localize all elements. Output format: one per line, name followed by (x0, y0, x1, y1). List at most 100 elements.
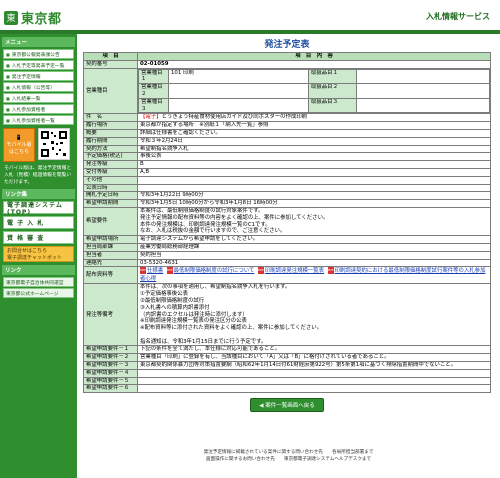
handled-item-label: 取扱品目１ (308, 69, 357, 85)
table-row: 受付等級 A,B (83, 167, 491, 177)
sidebar-item-koho[interactable]: ■ 東京都公報発表課公告 (3, 49, 74, 59)
table-row: その他 (83, 175, 491, 185)
table-row: 希望申請要件－３ 東京都契約関係暴力団等対策措置要綱（昭和62年1月14日付61… (83, 361, 491, 370)
row-label: 概要 (83, 128, 138, 138)
accepted-grade: A,B (137, 167, 491, 177)
row-label: その他 (83, 175, 138, 185)
handled-item-label: 取扱品目３ (308, 97, 357, 113)
documents-cell: PDF仕様書 PDF最低制限価格制度の試行について PDF印刷調達発注規模一覧表… (137, 266, 491, 285)
row-label: 希望申請要件－３ (83, 361, 138, 370)
sidebar-item-label: 発注予定情報 (11, 74, 41, 80)
doc-link-scale-list[interactable]: 印刷調達発注規模一覧表 (265, 268, 324, 274)
table-row: 担当者 契約担当 (83, 250, 491, 260)
electronic-tag: 【電子】 (140, 114, 162, 121)
sidebar-related-heading: リンク (2, 265, 75, 275)
handled-item-value (356, 83, 490, 99)
mobile-note: モバイル版は、発注予定情報と入札（見積）経過情報を閲覧いただけます。 (4, 166, 72, 185)
table-row: 発注等級 B (83, 160, 491, 169)
table-row: 希望申請要件－１ 下記の条件を全て満たし、本仕様に対応可能であること。 (83, 345, 491, 355)
business-type-label: 営業種目１ (138, 69, 169, 85)
sidebar-item-label: 入札結果一覧 (11, 96, 41, 102)
sidebar-item-qualified[interactable]: ■ 入札参加資格者 (3, 104, 74, 114)
business-type-table: 営業種目１ 101 印刷 取扱品目１ 営業種目２ 取扱品目２ 営業種目３ 取扱品… (138, 69, 490, 113)
requirement-line: 本案件は、最低制限価格制度の試行対象案件です。 (140, 207, 264, 214)
mobile-sub-label: はこちら (8, 149, 29, 155)
sidebar-item-bid-info[interactable]: ■ 入札情報（公告等） (3, 82, 74, 92)
row-label: 発注等級 (83, 160, 138, 169)
page-header: 東 東京都 入札情報サービス (0, 0, 500, 30)
business-type-row: 営業種目３ 取扱品目３ (138, 97, 490, 113)
pdf-icon: PDF (257, 267, 264, 275)
row-label: 受付等級 (83, 167, 138, 177)
row-label: 発注等備考 (83, 283, 138, 347)
row-label: 営業種目 (83, 67, 138, 115)
sidebar-item-label: 入札参加資格者 (11, 107, 46, 113)
link-joint-operation[interactable]: 東京都電子自治体共同運営 (3, 277, 74, 287)
row-label: 開札予定日時 (83, 191, 138, 201)
pdf-icon: PDF (140, 267, 146, 275)
business-type-value: 101 印刷 (168, 69, 309, 85)
requirement-3: 東京都契約関係暴力団等対策措置要綱（昭和62年1月14日付61財経庶第922号）… (137, 361, 491, 370)
row-label: 希望申請要件－４ (83, 368, 138, 378)
sidebar-item-label: 入札参加資格者一覧 (11, 118, 55, 124)
application-period: 令和3年1月5日 10時00分から令和3年1月8日 16時00分 (137, 199, 491, 208)
tokyo-emblem-icon: 東 (4, 10, 18, 25)
bullet-icon: ■ (6, 106, 10, 112)
requirement-6 (137, 384, 491, 394)
table-row: 希望申請要件－５ (83, 376, 491, 386)
row-label: 希望申請要件－６ (83, 384, 138, 394)
link-e-bidding[interactable]: 電 子 入 札 (3, 216, 74, 229)
table-row: 希望要件 本案件は、最低制限価格制度の試行対象案件です。 発注予定情報の配布資料… (83, 206, 491, 237)
bullet-icon: ■ (6, 84, 10, 90)
person-in-charge: 契約担当 (137, 250, 491, 260)
table-row: 件 名 【電子】とうきょう特産食材使用店ガイド及び同ポスターの作成印刷 (83, 113, 491, 123)
tokyo-logo[interactable]: 東 東京都 (4, 8, 62, 27)
handled-item-value (356, 69, 490, 85)
sidebar-item-schedule-list[interactable]: ■ 入札予定等発表予定一覧 (3, 60, 74, 70)
table-row: 希望申請要件－２ 営業種目「印刷」に登録を有し、当該種目において「A」又は「B」… (83, 353, 491, 363)
mobile-button[interactable]: 📱 モバイル版 はこちら (3, 128, 35, 162)
row-label: 履行期間 (83, 136, 138, 146)
row-label: 担当者 (83, 250, 138, 260)
link-qualification[interactable]: 資 格 審 査 (3, 231, 74, 244)
row-label: 公表日時 (83, 183, 138, 193)
doc-link-min-price[interactable]: 最低制限価格制度の試行について (174, 268, 255, 274)
sidebar-item-qualified-list[interactable]: ■ 入札参加資格者一覧 (3, 115, 74, 125)
requirement-1: 下記の条件を全て満たし、本仕様に対応可能であること。 (137, 345, 491, 355)
responsible-section: 産業労働局総務部経理課 (137, 242, 491, 252)
business-type-value (168, 97, 309, 113)
table-row: 希望申請要件－４ (83, 368, 491, 378)
requirement-line: 発注予定情報の配布資料等の内容をよく確認の上、案件に参加してください。 (140, 214, 329, 221)
opening-date: 令和3年1月22日 9時00分 (137, 191, 491, 201)
sidebar-item-order-plan[interactable]: ■ 発注予定情報 (3, 71, 74, 81)
outline-text: 詳細は仕様書をご確認ください。 (137, 128, 491, 138)
remark-line: ①予定価格事後公表 (140, 291, 188, 298)
handled-item-label: 取扱品目２ (308, 83, 357, 99)
table-row: 希望申請要件－６ (83, 384, 491, 394)
back-to-list-button[interactable]: ◀ 案件一覧画面へ戻る (250, 398, 324, 413)
row-label: 希望要件 (83, 206, 138, 237)
table-row: 発注等備考 本件は、次の事項を適用し、希望制指名競争入札を行います。 ①予定価格… (83, 283, 491, 347)
remark-line (140, 332, 488, 339)
chatbot-button[interactable]: お問合せはこちら 電子調達チャットボット (3, 246, 74, 262)
link-tokyo-official[interactable]: 東京都公式ホームページ (3, 288, 74, 298)
row-label: 希望申請期間 (83, 199, 138, 208)
logo-text: 東京都 (21, 12, 62, 27)
requirement-5 (137, 376, 491, 386)
delivery-place: 東京都が指定する場所 ※別紙１「納入先一覧」参照 (137, 121, 491, 130)
table-row: 履行場所 東京都が指定する場所 ※別紙１「納入先一覧」参照 (83, 121, 491, 130)
contact-phone: 03-5320-4631 (137, 258, 491, 268)
order-detail-table: 項 目 項 目 内 容 契約番号 02-01059 営業種目 営業種目１ 101… (83, 52, 491, 394)
doc-link-specification[interactable]: 仕様書 (147, 268, 163, 274)
table-row: 担当局部課 産業労働局総務部経理課 (83, 242, 491, 252)
sidebar-item-bid-results[interactable]: ■ 入札結果一覧 (3, 93, 74, 103)
pdf-icon: PDF (327, 267, 334, 275)
order-remarks: 本件は、次の事項を適用し、希望制指名競争入札を行います。 ①予定価格事後公表 ②… (137, 283, 491, 347)
contract-number: 02-01059 (137, 59, 491, 69)
footer-helpdesk-line: 画面操作に関するお問い合わせ先 東京都電子調達システムヘルプデスクまで (205, 457, 372, 462)
page-title: 発注予定表 (264, 40, 310, 50)
link-e-procurement-top[interactable]: 電子調達システム(TOP) (3, 201, 74, 216)
table-row: 営業種目 営業種目１ 101 印刷 取扱品目１ 営業種目２ 取扱品目２ 営業種目… (83, 67, 491, 115)
table-row: 契約番号 02-01059 (83, 59, 491, 69)
row-label: 連絡先 (83, 258, 138, 268)
